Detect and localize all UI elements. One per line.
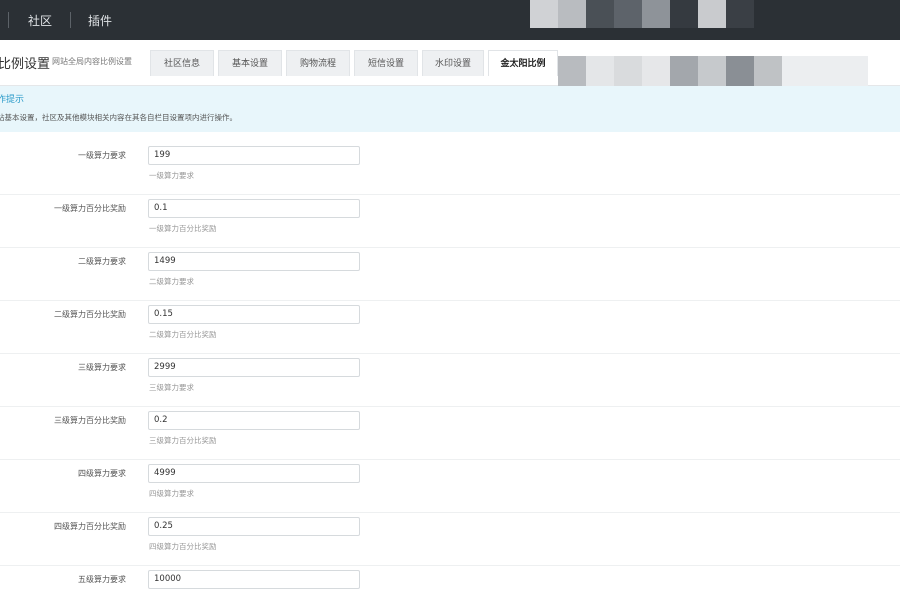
nav-item-community[interactable]: 社区 xyxy=(28,12,52,29)
form-row: 四级算力要求 4999 四级算力要求 xyxy=(0,460,900,513)
tab-ratio-active[interactable]: 金太阳比例 xyxy=(488,50,558,76)
field-label: 五级算力要求 xyxy=(78,575,126,584)
field-label: 一级算力要求 xyxy=(78,151,126,160)
field-tip: 四级算力要求 xyxy=(149,489,194,498)
field-tip: 四级算力百分比奖励 xyxy=(149,542,217,551)
field-tip: 三级算力要求 xyxy=(149,383,194,392)
level3-reward-input[interactable]: 0.2 xyxy=(148,411,360,430)
field-label: 三级算力百分比奖励 xyxy=(54,416,126,425)
nav-separator xyxy=(8,12,9,28)
tab-watermark-settings[interactable]: 水印设置 xyxy=(422,50,484,76)
field-tip: 一级算力要求 xyxy=(149,171,194,180)
form-row: 四级算力百分比奖励 0.25 四级算力百分比奖励 xyxy=(0,513,900,566)
field-label: 四级算力要求 xyxy=(78,469,126,478)
nav-item-plugins[interactable]: 插件 xyxy=(88,12,112,29)
field-tip: 二级算力要求 xyxy=(149,277,194,286)
field-tip: 三级算力百分比奖励 xyxy=(149,436,217,445)
field-label: 二级算力百分比奖励 xyxy=(54,310,126,319)
level1-requirement-input[interactable]: 199 xyxy=(148,146,360,165)
form-row: 三级算力要求 2999 三级算力要求 xyxy=(0,354,900,407)
tips-text: 站基本设置，社区及其他模块相关内容在其各自栏目设置项内进行操作。 xyxy=(0,113,237,122)
tips-title: 作提示 xyxy=(0,95,25,105)
tab-shopping-flow[interactable]: 购物流程 xyxy=(286,50,350,76)
nav-separator xyxy=(70,12,71,28)
form-row: 三级算力百分比奖励 0.2 三级算力百分比奖励 xyxy=(0,407,900,460)
level2-reward-input[interactable]: 0.15 xyxy=(148,305,360,324)
level4-requirement-input[interactable]: 4999 xyxy=(148,464,360,483)
field-tip: 一级算力百分比奖励 xyxy=(149,224,217,233)
top-navbar: 社区 插件 xyxy=(0,0,900,40)
page-subtitle: 网站全局内容比例设置 xyxy=(52,57,132,66)
page-header: 比例设置 网站全局内容比例设置 社区信息 基本设置 购物流程 短信设置 水印设置… xyxy=(0,40,900,86)
field-label: 二级算力要求 xyxy=(78,257,126,266)
tab-basic-settings[interactable]: 基本设置 xyxy=(218,50,282,76)
form-row: 二级算力要求 1499 二级算力要求 xyxy=(0,248,900,301)
field-label: 四级算力百分比奖励 xyxy=(54,522,126,531)
field-tip: 二级算力百分比奖励 xyxy=(149,330,217,339)
form-row: 一级算力百分比奖励 0.1 一级算力百分比奖励 xyxy=(0,195,900,248)
page-title: 比例设置 xyxy=(0,57,51,72)
form-row: 二级算力百分比奖励 0.15 二级算力百分比奖励 xyxy=(0,301,900,354)
operation-tips-panel: 作提示 站基本设置，社区及其他模块相关内容在其各自栏目设置项内进行操作。 xyxy=(0,86,900,132)
level5-requirement-input[interactable]: 10000 xyxy=(148,570,360,589)
level3-requirement-input[interactable]: 2999 xyxy=(148,358,360,377)
tab-community-info[interactable]: 社区信息 xyxy=(150,50,214,76)
field-label: 三级算力要求 xyxy=(78,363,126,372)
tab-sms-settings[interactable]: 短信设置 xyxy=(354,50,418,76)
level2-requirement-input[interactable]: 1499 xyxy=(148,252,360,271)
field-label: 一级算力百分比奖励 xyxy=(54,204,126,213)
level4-reward-input[interactable]: 0.25 xyxy=(148,517,360,536)
level1-reward-input[interactable]: 0.1 xyxy=(148,199,360,218)
form-row: 五级算力要求 10000 xyxy=(0,566,900,600)
form-row: 一级算力要求 199 一级算力要求 xyxy=(0,142,900,195)
